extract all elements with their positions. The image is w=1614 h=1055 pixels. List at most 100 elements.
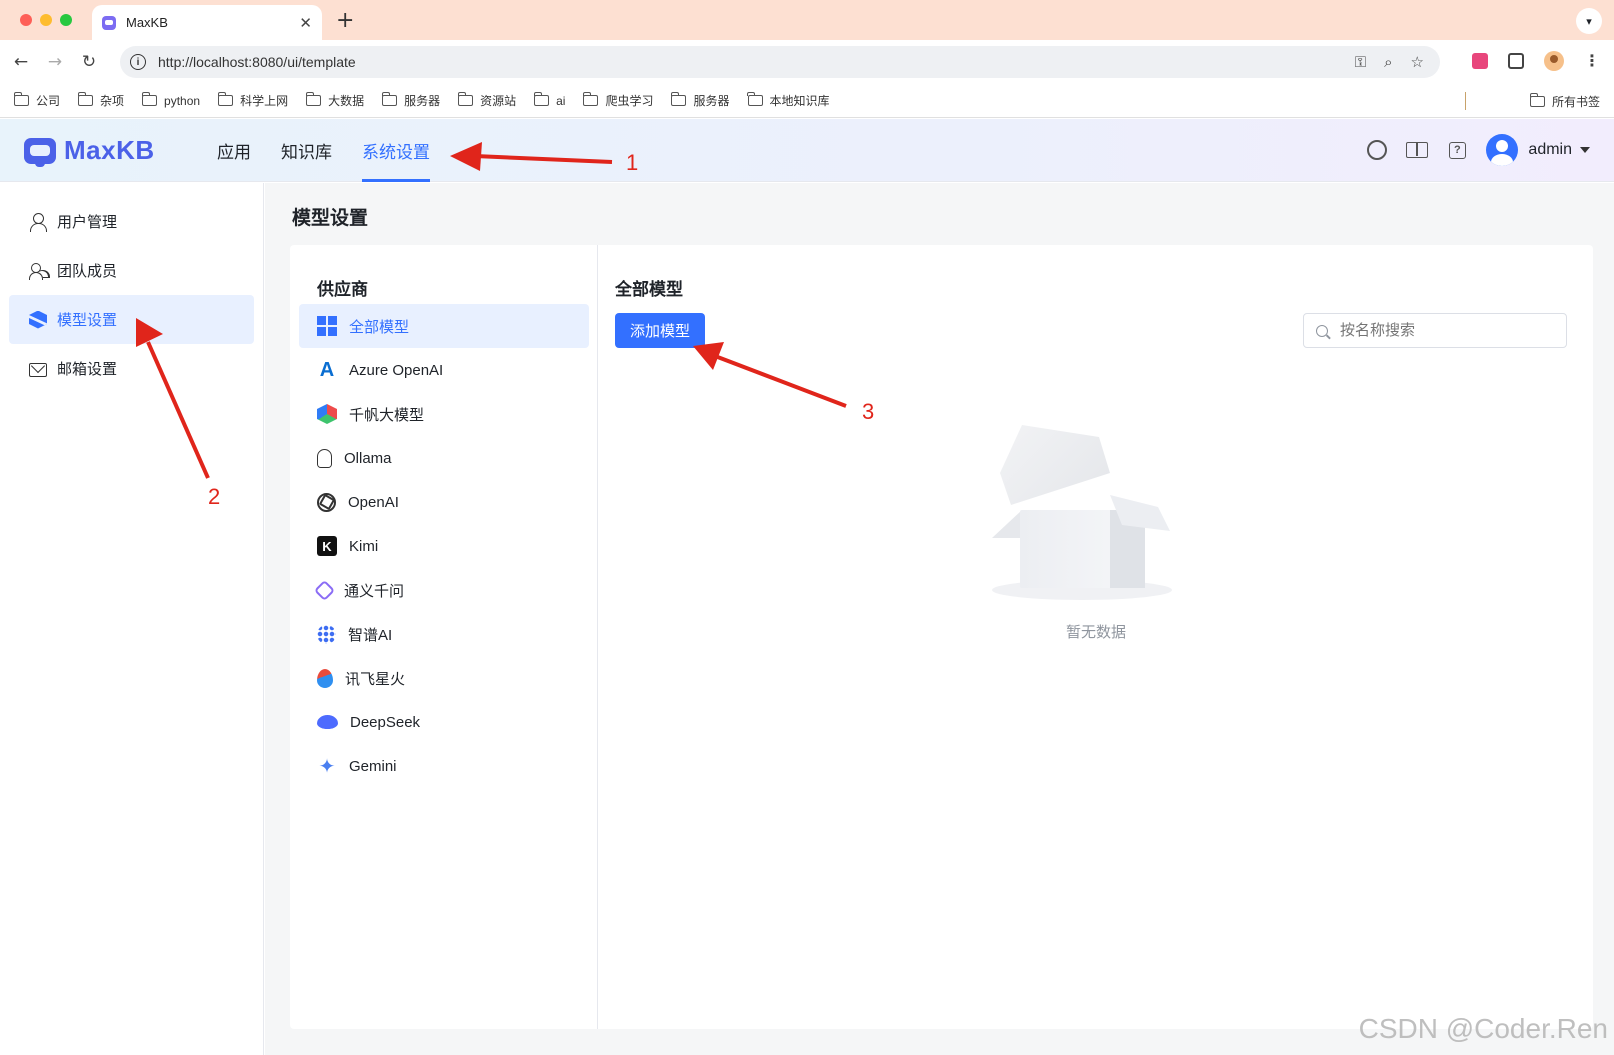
back-arrow-icon[interactable]: ←	[8, 52, 34, 72]
address-bar[interactable]: i http://localhost:8080/ui/template ⚿ ⌕ …	[120, 46, 1440, 78]
new-tab-button[interactable]: +	[336, 8, 354, 33]
bookmark-folder[interactable]: 大数据	[305, 92, 365, 109]
deepseek-icon	[317, 715, 338, 729]
bookmark-folder[interactable]: 本地知识库	[747, 92, 830, 109]
translate-extension-icon[interactable]	[1472, 53, 1488, 69]
nav-apps[interactable]: 应用	[217, 119, 251, 182]
provider-item[interactable]: 千帆大模型	[299, 392, 589, 436]
provider-item[interactable]: DeepSeek	[299, 700, 589, 744]
zoom-icon[interactable]: ⌕	[1384, 53, 1392, 71]
grid-icon	[317, 316, 337, 336]
folder-icon	[217, 92, 234, 106]
bookmark-label: 爬虫学习	[605, 94, 654, 108]
bookmark-label: 大数据	[328, 94, 365, 108]
annotation-2: 2	[208, 484, 221, 509]
provider-item[interactable]: ✦ Gemini	[299, 744, 589, 788]
url-text[interactable]: http://localhost:8080/ui/template	[158, 54, 356, 70]
browser-toolbar: ← → ↻ i http://localhost:8080/ui/templat…	[0, 40, 1614, 84]
annotation-3: 3	[862, 399, 875, 424]
sidebar-item-email-settings[interactable]: 邮箱设置	[9, 344, 254, 393]
openai-icon	[317, 492, 336, 512]
password-key-icon[interactable]: ⚿	[1355, 53, 1366, 71]
model-search-box[interactable]	[1303, 313, 1567, 348]
team-icon	[29, 262, 47, 280]
bookmark-folder[interactable]: 科学上网	[217, 92, 289, 109]
sidebar-item-model-settings[interactable]: 模型设置	[9, 295, 254, 344]
tab-close-icon[interactable]: ✕	[299, 14, 312, 32]
sidebar-item-label: 团队成员	[57, 263, 118, 280]
bookmark-label: python	[164, 93, 201, 108]
bookmark-label: 公司	[36, 94, 61, 108]
site-info-icon[interactable]: i	[130, 54, 146, 70]
provider-title: 供应商	[317, 280, 368, 299]
bookmark-star-icon[interactable]: ☆	[1411, 53, 1424, 71]
tab-title: MaxKB	[126, 15, 168, 30]
browser-tab[interactable]: MaxKB ✕	[92, 5, 322, 40]
qianfan-icon	[317, 404, 337, 424]
provider-label: Kimi	[349, 537, 379, 555]
user-menu-caret-icon[interactable]	[1580, 147, 1590, 153]
bookmark-label: 服务器	[693, 94, 730, 108]
minimize-window-button[interactable]	[40, 14, 52, 26]
bookmark-folder[interactable]: 资源站	[457, 92, 516, 109]
bookmark-folder[interactable]: 公司	[13, 92, 61, 109]
bookmark-folder[interactable]: 服务器	[671, 92, 730, 109]
help-icon[interactable]: ?	[1446, 139, 1468, 161]
provider-label: DeepSeek	[350, 713, 421, 731]
provider-item[interactable]: 讯飞星火	[299, 656, 589, 700]
bookmark-label: 科学上网	[240, 94, 289, 108]
bookmark-folder[interactable]: 杂项	[77, 92, 124, 109]
reload-icon[interactable]: ↻	[76, 52, 102, 72]
extensions-puzzle-icon[interactable]	[1508, 53, 1524, 69]
bookmark-folder[interactable]: ai	[533, 92, 565, 108]
provider-label: Ollama	[344, 449, 392, 467]
model-search-input[interactable]	[1340, 322, 1550, 339]
add-model-button[interactable]: 添加模型	[615, 313, 705, 348]
bookmark-folder[interactable]: python	[141, 92, 201, 108]
ollama-icon	[317, 448, 332, 468]
tab-search-chevron-icon[interactable]: ▾	[1576, 8, 1602, 34]
xunfei-icon	[317, 668, 333, 688]
close-window-button[interactable]	[20, 14, 32, 26]
forward-arrow-icon[interactable]: →	[42, 52, 68, 72]
folder-icon	[1529, 93, 1545, 107]
tongyi-icon	[313, 579, 336, 601]
gemini-icon: ✦	[318, 754, 336, 778]
sidebar-item-team-members[interactable]: 团队成员	[9, 246, 254, 295]
folder-icon	[457, 92, 474, 106]
browser-menu-icon[interactable]: ⋮	[1584, 51, 1600, 71]
provider-label: Gemini	[349, 757, 397, 775]
folder-icon	[583, 92, 599, 106]
provider-label: Azure OpenAI	[349, 361, 444, 379]
nav-knowledge-base[interactable]: 知识库	[281, 119, 332, 182]
provider-item[interactable]: A Azure OpenAI	[299, 348, 589, 392]
provider-label: 讯飞星火	[345, 670, 406, 688]
provider-item[interactable]: 全部模型	[299, 304, 589, 348]
browser-tab-strip: MaxKB ✕ + ▾	[0, 0, 1614, 40]
maximize-window-button[interactable]	[60, 14, 72, 26]
maxkb-logo[interactable]: MaxKB	[24, 135, 155, 167]
provider-item[interactable]: K Kimi	[299, 524, 589, 568]
user-name[interactable]: admin	[1528, 141, 1572, 159]
provider-item[interactable]: Ollama	[299, 436, 589, 480]
settings-sidebar: 用户管理团队成员模型设置 邮箱设置	[0, 183, 264, 1055]
provider-label: OpenAI	[348, 493, 399, 511]
bookmark-folder[interactable]: 爬虫学习	[583, 92, 653, 109]
folder-icon	[381, 92, 398, 106]
provider-item[interactable]: OpenAI	[299, 480, 589, 524]
folder-icon	[747, 92, 763, 106]
nav-system-settings[interactable]: 系统设置	[362, 119, 430, 182]
sidebar-item-user-management[interactable]: 用户管理	[9, 197, 254, 246]
folder-icon	[533, 92, 550, 106]
all-bookmarks-folder[interactable]: 所有书签	[1529, 93, 1600, 110]
github-icon[interactable]	[1366, 139, 1388, 161]
user-avatar[interactable]	[1486, 134, 1519, 166]
main-content: 模型设置 供应商 全部模型 A Azure OpenAI 千帆大模型 Ollama Ope…	[265, 183, 1614, 1055]
provider-item[interactable]: 智谱AI	[299, 612, 589, 656]
profile-avatar-icon[interactable]	[1544, 51, 1564, 71]
bookmark-folder[interactable]: 服务器	[381, 92, 440, 109]
provider-item[interactable]: 通义千问	[299, 568, 589, 612]
window-controls	[20, 14, 72, 26]
docs-book-icon[interactable]	[1406, 139, 1429, 161]
maxkb-favicon-icon	[102, 15, 116, 30]
